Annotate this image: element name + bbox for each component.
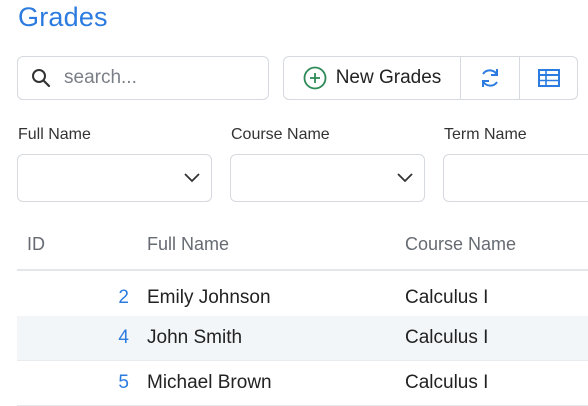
refresh-button[interactable] [461, 57, 520, 99]
row-id[interactable]: 4 [118, 327, 129, 349]
filter-label-term-name: Term Name [444, 126, 527, 143]
table-icon [537, 69, 560, 87]
new-grades-label: New Grades [335, 67, 442, 88]
term-name-filter-select[interactable] [443, 154, 588, 202]
column-header-full-name[interactable]: Full Name [147, 234, 229, 255]
search-input[interactable] [62, 66, 246, 90]
chevron-down-icon [184, 173, 200, 183]
table-header: ID Full Name Course Name [17, 222, 588, 271]
plus-circle-icon [303, 66, 327, 90]
row-full-name: Michael Brown [147, 372, 272, 393]
page-title: Grades [18, 2, 108, 32]
search-icon [31, 68, 51, 88]
row-course-name: Calculus I [405, 372, 489, 393]
full-name-filter-select[interactable] [17, 154, 212, 202]
course-name-filter-select[interactable] [230, 154, 425, 202]
table-row[interactable]: 5 Michael Brown Calculus I [17, 361, 588, 406]
search-box[interactable] [17, 56, 269, 100]
chevron-down-icon [397, 173, 413, 183]
toolbar: New Grades [283, 56, 578, 100]
row-full-name: Emily Johnson [147, 287, 271, 308]
filter-label-course-name: Course Name [231, 126, 330, 143]
row-full-name: John Smith [147, 327, 243, 348]
filter-label-full-name: Full Name [18, 126, 91, 143]
column-header-course-name[interactable]: Course Name [405, 234, 516, 255]
new-grades-button[interactable]: New Grades [284, 57, 461, 99]
table-row[interactable]: 4 John Smith Calculus I [17, 316, 588, 361]
row-course-name: Calculus I [405, 327, 489, 348]
column-header-id[interactable]: ID [27, 234, 45, 255]
table-row[interactable]: 2 Emily Johnson Calculus I [17, 276, 588, 321]
refresh-icon [482, 69, 498, 87]
row-course-name: Calculus I [405, 287, 489, 308]
table-view-button[interactable] [520, 57, 577, 99]
row-id[interactable]: 2 [118, 287, 129, 309]
row-id[interactable]: 5 [118, 372, 129, 394]
